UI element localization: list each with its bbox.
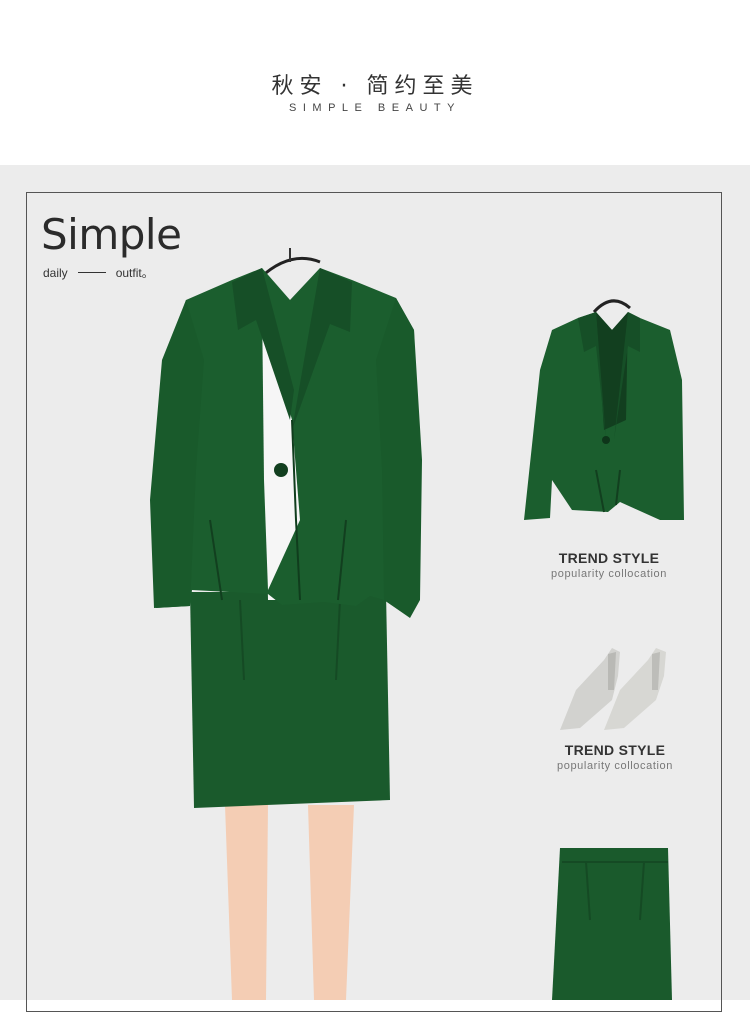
tagline: daily outfit。 bbox=[43, 264, 154, 281]
tagline-left: daily bbox=[43, 265, 68, 280]
brand-header: 秋安 · 简约至美 SIMPLE BEAUTY bbox=[0, 0, 750, 165]
model-outfit-image bbox=[150, 248, 422, 1000]
brand-subtitle: SIMPLE BEAUTY bbox=[289, 102, 461, 114]
heels-caption-subtitle: popularity collocation bbox=[557, 760, 673, 772]
blazer-product-image bbox=[524, 299, 684, 520]
skirt-product-image bbox=[552, 848, 672, 1000]
blazer-caption: TREND STYLE popularity collocation bbox=[509, 550, 709, 580]
heels-caption: TREND STYLE popularity collocation bbox=[515, 742, 715, 772]
brand-title: 秋安 · 简约至美 bbox=[271, 74, 479, 99]
tagline-divider bbox=[77, 272, 106, 273]
heels-caption-title: TREND STYLE bbox=[564, 742, 666, 758]
heels-product-image bbox=[560, 648, 666, 730]
blazer-caption-title: TREND STYLE bbox=[558, 550, 660, 566]
blazer-caption-subtitle: popularity collocation bbox=[551, 568, 667, 580]
